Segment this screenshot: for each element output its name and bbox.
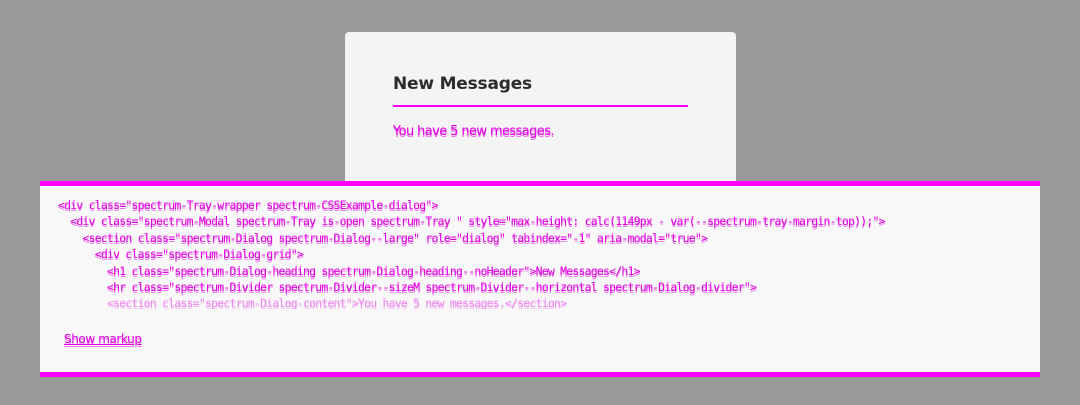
code-line: <section class="spectrum-Dialog-content"… <box>58 296 567 309</box>
code-line: <hr class="spectrum-Divider spectrum-Div… <box>58 280 757 295</box>
dialog-divider <box>393 105 688 107</box>
markup-panel: <div class="spectrum-Tray-wrapper spectr… <box>40 181 1040 377</box>
show-markup-link[interactable]: Show markup <box>64 332 142 346</box>
code-line: <h1 class="spectrum-Dialog-heading spect… <box>58 263 641 278</box>
code-line: <div class="spectrum-Dialog-grid"> <box>58 247 304 262</box>
dialog-heading: New Messages <box>393 74 532 94</box>
code-line: <section class="spectrum-Dialog spectrum… <box>58 230 708 245</box>
code-line: <div class="spectrum-Tray-wrapper spectr… <box>58 198 438 212</box>
code-line: <div class="spectrum-Modal spectrum-Tray… <box>58 214 885 229</box>
dialog-content: You have 5 new messages. <box>393 124 555 139</box>
markup-code: <div class="spectrum-Tray-wrapper spectr… <box>58 197 885 309</box>
dialog: New Messages You have 5 new messages. <box>345 32 736 202</box>
